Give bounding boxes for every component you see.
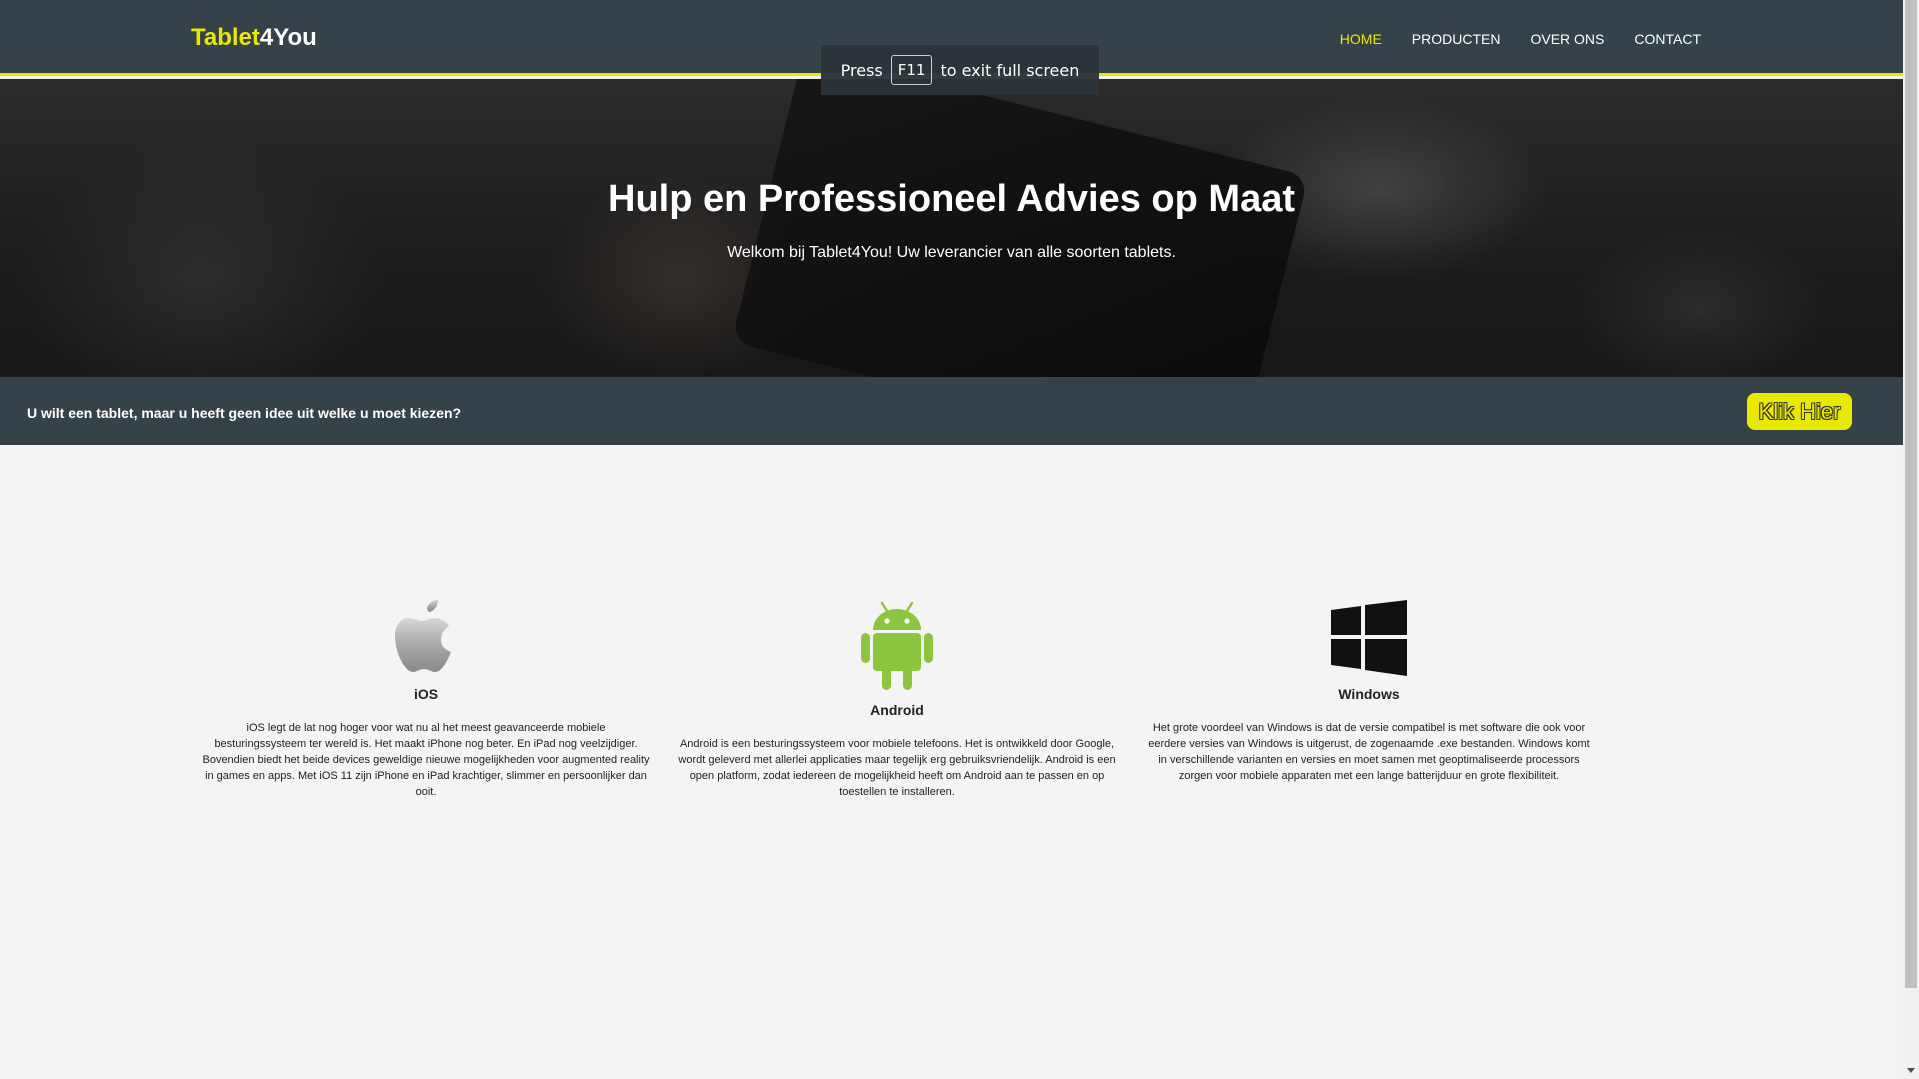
platform-windows: Windows Het grote voordeel van Windows i… xyxy=(1144,600,1594,784)
hero-subtitle: Welkom bij Tablet4You! Uw leverancier va… xyxy=(727,244,1176,261)
scroll-down-arrow-icon[interactable] xyxy=(1907,1068,1915,1073)
f11-key-badge: F11 xyxy=(890,55,933,85)
logo-part-rest: 4You xyxy=(259,24,317,51)
fullscreen-notice: Press F11 to exit full screen xyxy=(821,45,1099,95)
logo-part-highlight: Tablet xyxy=(191,24,260,51)
platform-android: Android Android is een besturingssysteem… xyxy=(672,600,1122,800)
nav-contact[interactable]: CONTACT xyxy=(1634,31,1701,47)
site-logo[interactable]: Tablet4You xyxy=(191,24,317,52)
ios-description: iOS legt de lat nog hoger voor wat nu al… xyxy=(202,722,650,798)
apple-icon xyxy=(395,600,451,672)
windows-description: Het grote voordeel van Windows is dat de… xyxy=(1148,722,1590,782)
windows-icon xyxy=(1331,600,1407,676)
page: Tablet4You HOME PRODUCTEN OVER ONS CONTA… xyxy=(0,0,1903,1079)
scrollbar-thumb[interactable] xyxy=(1905,0,1917,988)
cta-band: U wilt een tablet, maar u heeft geen ide… xyxy=(0,377,1903,445)
windows-title: Windows xyxy=(1338,686,1400,702)
cta-question: U wilt een tablet, maar u heeft geen ide… xyxy=(27,405,462,421)
main-nav: HOME PRODUCTEN OVER ONS CONTACT xyxy=(1340,31,1701,47)
android-description: Android is een besturingssysteem voor mo… xyxy=(678,738,1116,798)
ios-title: iOS xyxy=(413,686,439,702)
klik-hier-button[interactable]: Klik Hier xyxy=(1747,393,1852,430)
nav-home[interactable]: HOME xyxy=(1340,31,1382,47)
hero-overlay xyxy=(0,79,1903,377)
android-title: Android xyxy=(870,702,924,718)
fullscreen-notice-suffix: to exit full screen xyxy=(940,60,1080,80)
hero-title: Hulp en Professioneel Advies op Maat xyxy=(608,178,1295,220)
hero-banner: Hulp en Professioneel Advies op Maat Wel… xyxy=(0,79,1903,377)
nav-producten[interactable]: PRODUCTEN xyxy=(1412,31,1501,47)
fullscreen-notice-prefix: Press xyxy=(840,60,883,80)
android-icon xyxy=(861,601,933,690)
nav-over-ons[interactable]: OVER ONS xyxy=(1530,31,1604,47)
platform-ios: iOS iOS legt de lat nog hoger voor wat n… xyxy=(201,600,651,800)
vertical-scrollbar[interactable] xyxy=(1903,0,1919,1079)
